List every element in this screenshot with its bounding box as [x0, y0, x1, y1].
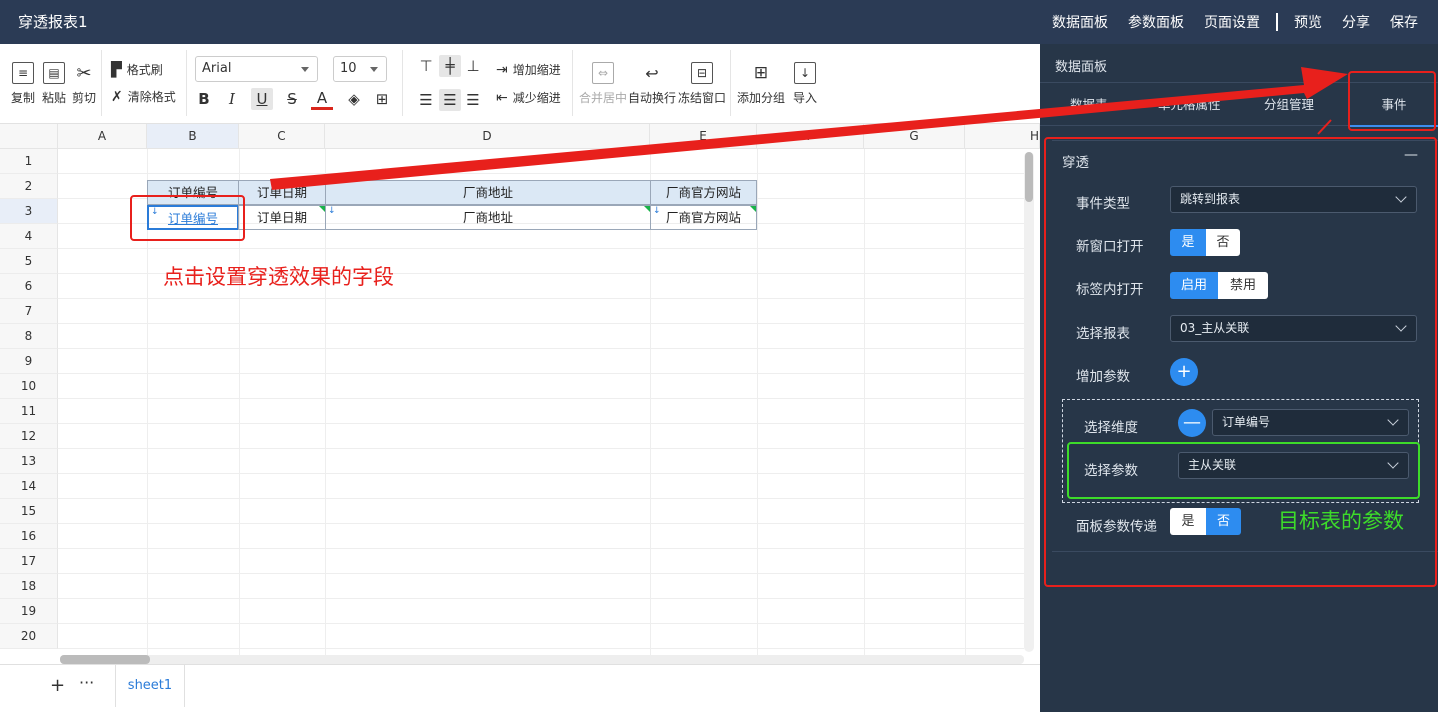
arrow-icon	[270, 67, 1348, 190]
arrow-annotation	[270, 67, 1348, 190]
arrow-connector	[1317, 119, 1332, 135]
